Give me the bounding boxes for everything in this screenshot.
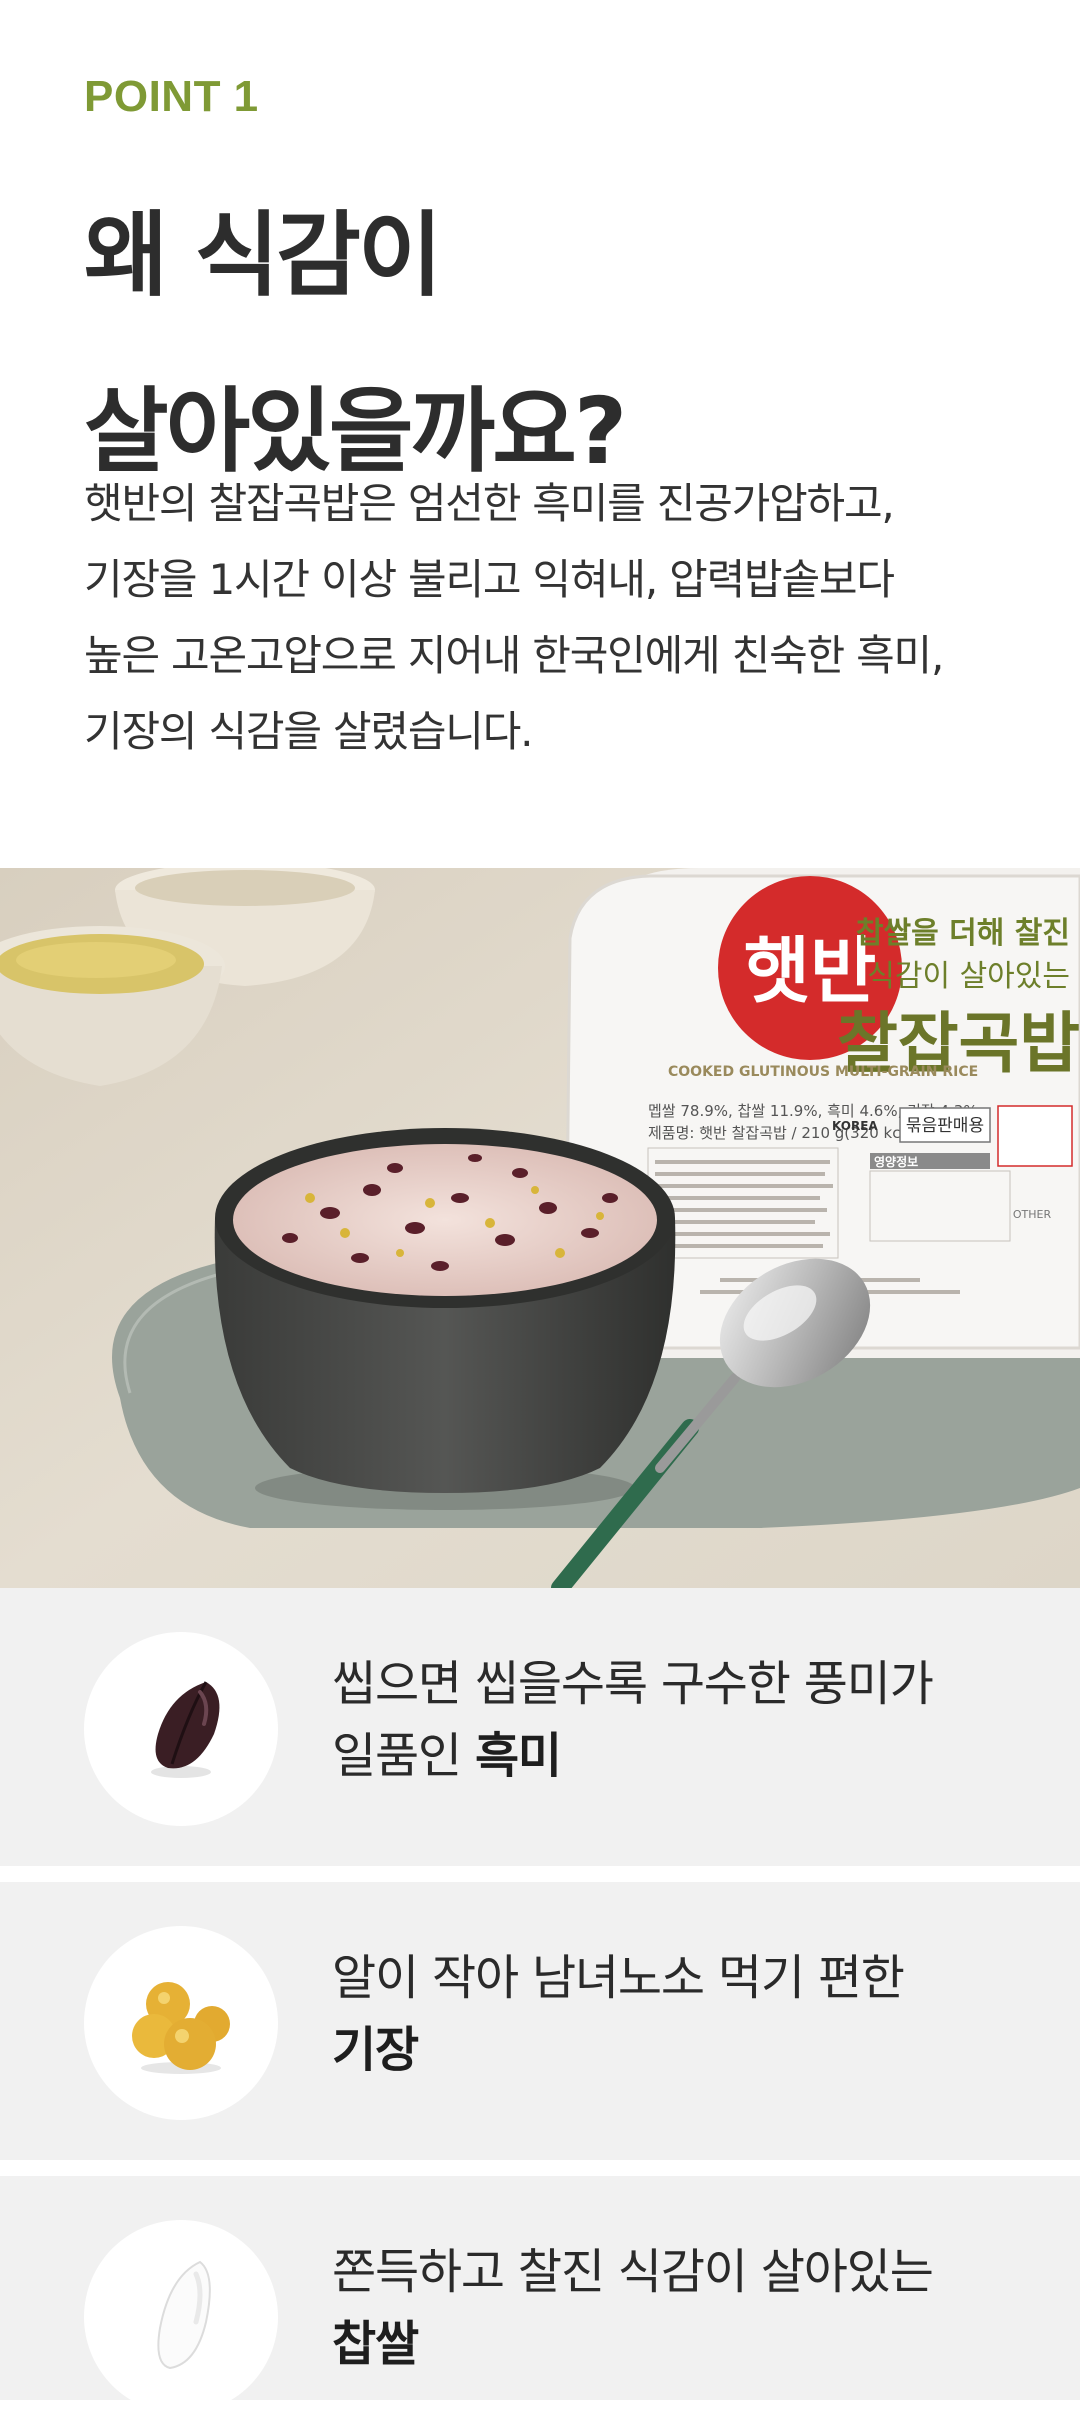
glutinous-rice-icon-circle bbox=[84, 2220, 278, 2414]
black-rice-icon-circle bbox=[84, 1632, 278, 1826]
package-weight: 제품명: 햇반 찰잡곡밥 / 210 g(320 kcal) bbox=[648, 1124, 920, 1142]
product-photo: 햇반 찹쌀을 더해 찰진 식감이 살아있는 찰잡곡밥 COOKED GLUTIN… bbox=[0, 868, 1080, 1588]
description-line-2: 기장을 1시간 이상 불리고 익혀내, 압력밥솥보다 bbox=[84, 555, 895, 604]
package-tagline-1: 찹쌀을 더해 찰진 bbox=[856, 916, 1070, 951]
title-line-1: 왜 식감이 bbox=[84, 202, 443, 309]
feature-list: 씹으면 씹을수록 구수한 풍미가 일품인 흑미 알이 작아 남녀노소 먹기 편한… bbox=[0, 1588, 1080, 2414]
description-line-4: 기장의 식감을 살렸습니다. bbox=[84, 707, 533, 756]
millet-icon-circle bbox=[84, 1926, 278, 2120]
rice-bowl bbox=[214, 1128, 676, 1510]
feature-keyword: 흑미 bbox=[474, 1728, 562, 1784]
black-rice-icon bbox=[151, 1681, 220, 1778]
point-label: POINT 1 bbox=[84, 72, 259, 121]
package-nutrition-label: 영양정보 bbox=[874, 1154, 918, 1169]
package-english-name: COOKED GLUTINOUS MULTI-GRAIN RICE bbox=[668, 1064, 978, 1080]
feature-line: 씹으면 씹을수록 구수한 풍미가 bbox=[332, 1656, 934, 1712]
description-line-3: 높은 고온고압으로 지어내 한국인에게 친숙한 흑미, bbox=[84, 631, 944, 680]
glutinous-rice-icon bbox=[157, 2260, 211, 2370]
feature-text-millet: 알이 작아 남녀노소 먹기 편한 기장 bbox=[332, 1942, 905, 2086]
millet-icon bbox=[132, 1982, 230, 2074]
package-recycle-label: OTHER bbox=[1013, 1208, 1052, 1221]
feature-keyword: 기장 bbox=[332, 2022, 419, 2078]
feature-line: 쫀득하고 찰진 식감이 살아있는 bbox=[332, 2244, 934, 2300]
feature-card-millet: 알이 작아 남녀노소 먹기 편한 기장 bbox=[0, 1882, 1080, 2160]
feature-text-glutinous-rice: 쫀득하고 찰진 식감이 살아있는 찹쌀 bbox=[332, 2236, 934, 2380]
feature-text-black-rice: 씹으면 씹을수록 구수한 풍미가 일품인 흑미 bbox=[332, 1648, 934, 1792]
feature-keyword: 찹쌀 bbox=[332, 2316, 419, 2372]
feature-card-glutinous-rice: 쫀득하고 찰진 식감이 살아있는 찹쌀 bbox=[0, 2176, 1080, 2414]
feature-line: 알이 작아 남녀노소 먹기 편한 bbox=[332, 1950, 905, 2006]
description: 햇반의 찰잡곡밥은 엄선한 흑미를 진공가압하고, 기장을 1시간 이상 불리고… bbox=[84, 466, 944, 770]
description-line-1: 햇반의 찰잡곡밥은 엄선한 흑미를 진공가압하고, bbox=[84, 479, 895, 528]
feature-prefix: 일품인 bbox=[332, 1728, 475, 1784]
package-tagline-2: 식감이 살아있는 bbox=[867, 959, 1070, 994]
package-korea-label: KOREA bbox=[832, 1119, 878, 1133]
feature-card-black-rice: 씹으면 씹을수록 구수한 풍미가 일품인 흑미 bbox=[0, 1588, 1080, 1866]
intro-section: POINT 1 왜 식감이 살아있을까요? 햇반의 찰잡곡밥은 엄선한 흑미를 … bbox=[0, 0, 1080, 868]
package-bundle-label: 묶음판매용 bbox=[906, 1116, 984, 1136]
